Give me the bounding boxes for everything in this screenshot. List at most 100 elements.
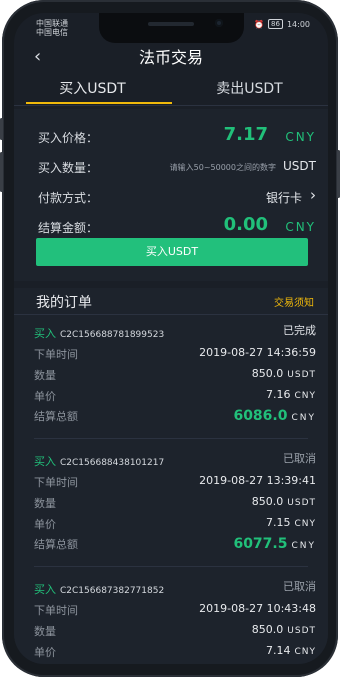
order-price-unit: CNY [294,647,316,657]
order-time: 2019-08-27 13:39:41 [199,474,316,487]
order-total-line: 结算总额 6086.0 CNY [34,408,316,426]
quantity-row[interactable]: 买入数量： 请输入50~50000之间的数字 USDT [26,155,316,179]
price-unit: CNY [285,130,316,144]
battery-level: 86 [268,19,283,29]
order-time: 2019-08-27 10:43:48 [199,602,316,615]
carrier-2: 中国电信 [36,28,68,37]
order-status: 已取消 [283,580,316,593]
order-price-label: 单价 [34,518,56,531]
tab-sell-usdt[interactable]: 卖出USDT [171,79,328,99]
order-qty-line: 数量 850.0 USDT [34,367,316,385]
phone-frame: 中国联通 中国电信 ⏰ 86 14:00 ‹ 法币交易 买入USDT 卖出USD… [0,0,340,677]
notch [99,13,244,43]
status-right: ⏰ 86 14:00 [254,19,310,29]
order-top: 买入 C2C156687382771852 已取消 [34,578,316,596]
order-qty-unit: USDT [287,626,316,636]
volume-button [0,118,3,140]
chevron-right-icon: › [310,186,316,204]
order-price-line: 单价 7.15 CNY [34,516,316,534]
tab-buy-usdt[interactable]: 买入USDT [14,79,171,99]
order-qty-line: 数量 850.0 USDT [34,623,316,641]
volume-button [0,152,3,192]
quantity-unit: USDT [283,159,316,173]
carrier-1: 中国联通 [36,19,68,28]
order-price-label: 单价 [34,390,56,403]
order-price-line: 单价 7.14 CNY [34,644,316,662]
order-price-value: 7.14 CNY [266,644,316,657]
order-time: 2019-08-27 14:36:59 [199,346,316,359]
price-row: 买入价格： 7.17 CNY [26,124,316,149]
order-total-label: 结算总额 [34,538,78,551]
orders-header: 我的订单 交易须知 [14,288,328,315]
order-id: C2C156688781899523 [60,330,165,340]
payment-label: 付款方式： [38,191,99,205]
order-total: 6086.0 [233,408,288,424]
status-carriers: 中国联通 中国电信 [36,19,68,37]
order-item[interactable]: 买入 C2C156688438101217 已取消 下单时间 2019-08-27… [14,450,328,574]
order-time-label: 下单时间 [34,348,78,361]
order-id: C2C156687382771852 [60,586,165,596]
order-qty-label: 数量 [34,369,56,382]
settlement-label: 结算金额： [38,221,99,235]
order-item[interactable]: 买入 C2C156687382771852 已取消 下单时间 2019-08-27… [14,578,328,664]
status-time: 14:00 [286,19,310,29]
order-price: 7.14 [265,644,291,657]
order-top: 买入 C2C156688438101217 已取消 [34,450,316,468]
order-total-line: 结算总额 6077.5 CNY [34,536,316,554]
order-item[interactable]: 买入 C2C156688781899523 已完成 下单时间 2019-08-27… [14,322,328,446]
active-tab-indicator [26,102,172,104]
order-side: 买入 [34,583,56,596]
settlement-value: 0.00 [223,214,268,235]
order-price: 7.15 [265,516,291,529]
order-time-label: 下单时间 [34,476,78,489]
settlement-unit: CNY [285,220,316,234]
trade-notice-link[interactable]: 交易须知 [274,294,314,309]
order-total-unit: CNY [291,413,316,423]
speaker [148,22,194,26]
order-price-label: 单价 [34,646,56,659]
page-title: 法币交易 [138,48,203,67]
order-total-unit: CNY [291,541,316,551]
buy-usdt-button[interactable]: 买入USDT [36,238,308,266]
order-price: 7.16 [265,388,291,401]
order-qty: 850.0 [251,623,284,636]
screen: 中国联通 中国电信 ⏰ 86 14:00 ‹ 法币交易 买入USDT 卖出USD… [14,13,328,664]
order-id: C2C156688438101217 [60,458,165,468]
order-qty: 850.0 [251,367,284,380]
order-total-value: 6077.5 CNY [233,536,316,552]
order-status: 已取消 [283,452,316,465]
front-camera [215,19,223,27]
settlement-row: 结算金额： 0.00 CNY [26,214,316,239]
payment-method-row[interactable]: 付款方式： 银行卡 › [26,185,316,209]
payment-value: 银行卡 [265,191,302,205]
order-top: 买入 C2C156688781899523 已完成 [34,322,316,340]
order-price-unit: CNY [294,391,316,401]
divider [34,438,308,439]
order-qty-value: 850.0 USDT [252,495,316,508]
order-total-label: 结算总额 [34,410,78,423]
orders-title: 我的订单 [36,295,92,311]
order-qty-label: 数量 [34,497,56,510]
divider [34,566,308,567]
order-qty-value: 850.0 USDT [252,623,316,636]
order-price-value: 7.16 CNY [266,388,316,401]
order-total-value: 6086.0 CNY [233,408,316,424]
order-status: 已完成 [283,324,316,337]
order-side: 买入 [34,455,56,468]
order-qty-unit: USDT [287,498,316,508]
order-qty-value: 850.0 USDT [252,367,316,380]
price-label: 买入价格： [38,131,99,145]
order-price-line: 单价 7.16 CNY [34,388,316,406]
orders-section: 我的订单 交易须知 买入 C2C156688781899523 已完成 下单时间 … [14,288,328,664]
order-time-line: 下单时间 2019-08-27 10:43:48 [34,602,316,620]
order-time-label: 下单时间 [34,604,78,617]
order-total: 6077.5 [233,536,288,552]
alarm-icon: ⏰ [254,19,265,29]
order-side: 买入 [34,327,56,340]
trade-tabs: 买入USDT 卖出USDT [14,75,328,106]
order-time-line: 下单时间 2019-08-27 13:39:41 [34,474,316,492]
price-value: 7.17 [223,124,268,145]
order-qty-label: 数量 [34,625,56,638]
quantity-input[interactable]: 请输入50~50000之间的数字 [170,162,276,173]
order-qty-line: 数量 850.0 USDT [34,495,316,513]
